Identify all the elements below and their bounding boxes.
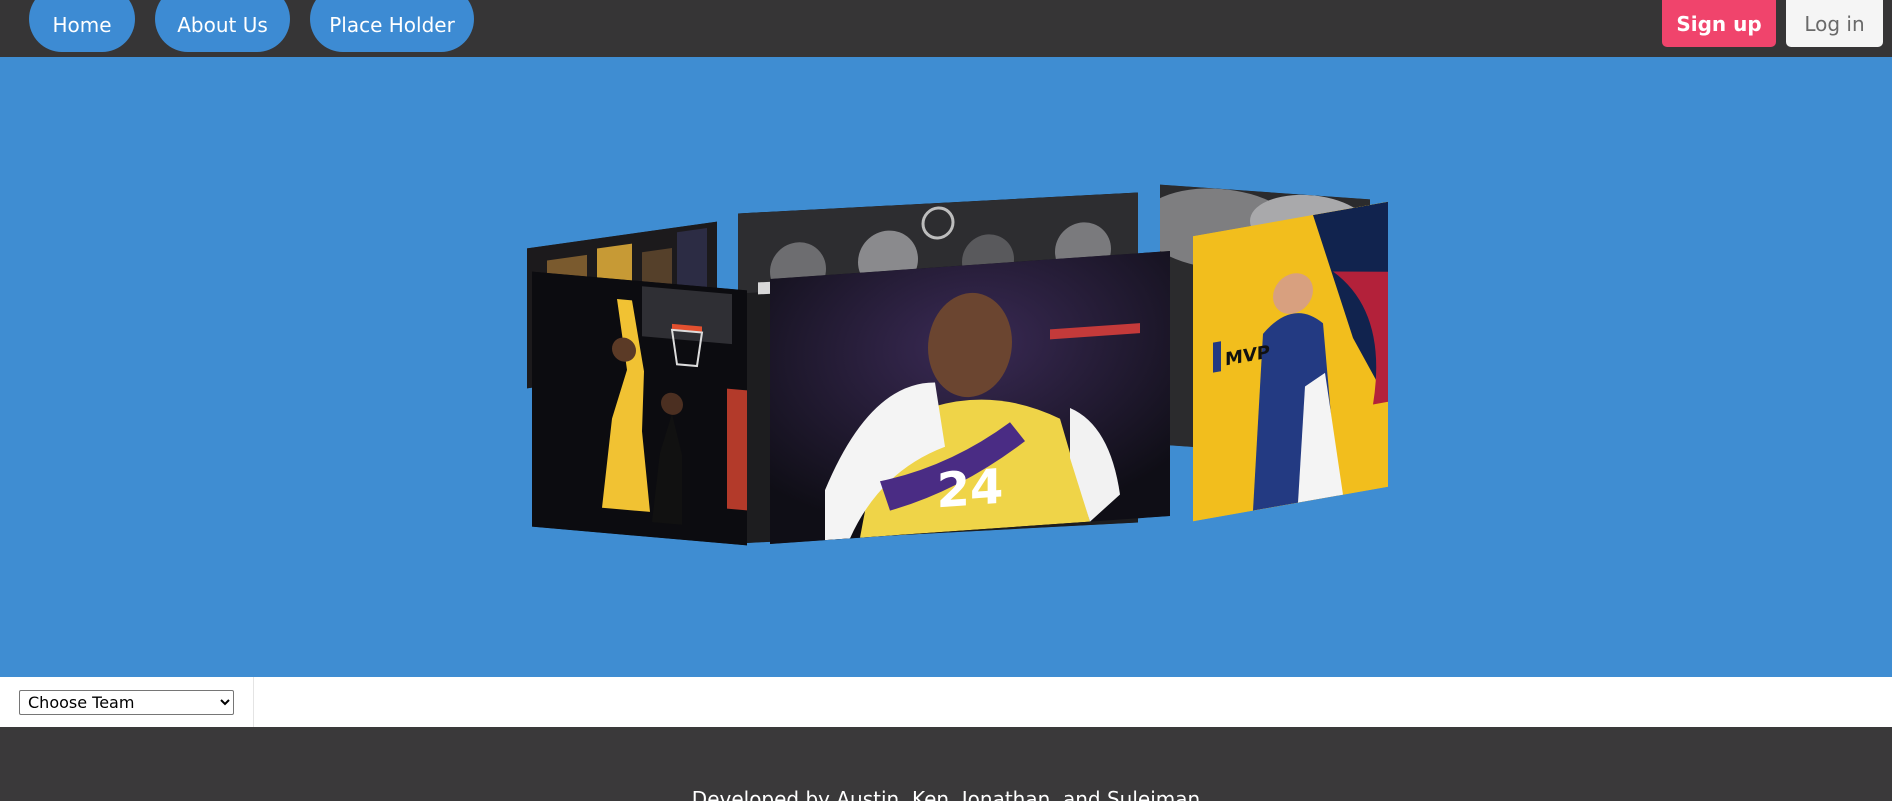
lakers-dunk-image (532, 271, 747, 546)
kobe-jersey-number: 24 (937, 459, 1004, 520)
page-footer: Developed by Austin, Ken, Jonathan, and … (0, 727, 1892, 801)
nav-place-holder-link[interactable]: Place Holder (310, 0, 474, 52)
footer-credit: Developed by Austin, Ken, Jonathan, and … (691, 787, 1201, 801)
carousel-stage: 24 MVP (0, 57, 1892, 677)
team-select-dropdown[interactable]: Choose Team (19, 690, 234, 715)
sign-up-button[interactable]: Sign up (1662, 0, 1776, 47)
nav-home-link[interactable]: Home (29, 0, 135, 52)
top-nav-bar: Home About Us Place Holder Sign up Log i… (0, 0, 1892, 57)
log-in-button[interactable]: Log in (1786, 0, 1883, 47)
nav-home-label: Home (52, 13, 112, 37)
filter-bar: Choose Team (0, 677, 1892, 727)
carousel-card-mvp[interactable]: MVP (1193, 201, 1388, 522)
log-in-label: Log in (1804, 11, 1865, 36)
nav-place-holder-label: Place Holder (329, 13, 455, 37)
carousel-card-kobe[interactable]: 24 (770, 251, 1170, 544)
team-filter-cell: Choose Team (0, 677, 254, 727)
carousel-card-lakers-dunk[interactable] (532, 271, 747, 546)
kobe-image: 24 (770, 251, 1170, 544)
nav-about-us-label: About Us (177, 13, 268, 37)
nav-about-us-link[interactable]: About Us (155, 0, 290, 52)
sign-up-label: Sign up (1676, 11, 1762, 36)
mvp-image: MVP (1193, 201, 1388, 522)
hero-carousel: 24 MVP (0, 57, 1892, 677)
